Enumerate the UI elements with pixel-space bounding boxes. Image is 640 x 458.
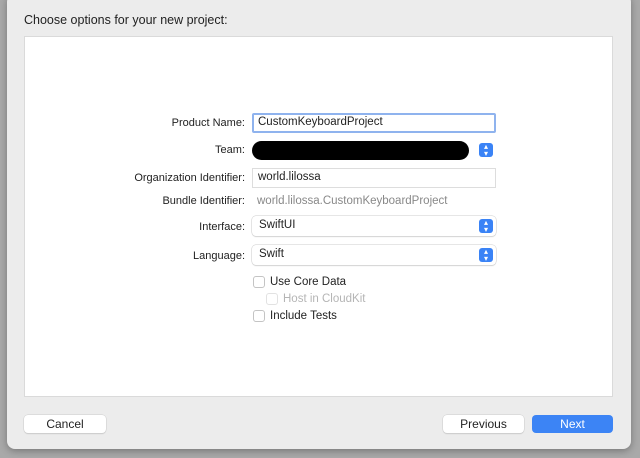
team-label: Team: (215, 144, 245, 156)
use-core-data-label: Use Core Data (270, 276, 347, 288)
interface-popup[interactable]: SwiftUI ▴ ▾ (252, 216, 496, 236)
host-in-cloudkit-label: Host in CloudKit (283, 293, 366, 305)
previous-button[interactable]: Previous (443, 415, 524, 433)
use-core-data-checkbox[interactable] (253, 276, 265, 288)
include-tests-label: Include Tests (270, 310, 337, 322)
interface-label: Interface: (199, 221, 245, 233)
host-in-cloudkit-checkbox[interactable] (266, 293, 278, 305)
language-value: Swift (259, 248, 284, 260)
next-button[interactable]: Next (532, 415, 613, 433)
dialog-title: Choose options for your new project: (24, 13, 228, 27)
interface-value: SwiftUI (259, 219, 296, 231)
org-id-label: Organization Identifier: (134, 172, 245, 184)
product-name-input[interactable]: CustomKeyboardProject (252, 113, 496, 133)
stepper-chevrons-icon: ▴ ▾ (479, 143, 493, 158)
redacted-team-name (252, 141, 469, 160)
language-popup[interactable]: Swift ▴ ▾ (252, 245, 496, 265)
product-name-label: Product Name: (171, 117, 245, 129)
cancel-button[interactable]: Cancel (24, 415, 106, 433)
org-id-input[interactable]: world.lilossa (252, 168, 496, 188)
include-tests-checkbox[interactable] (253, 310, 265, 322)
stepper-chevrons-icon: ▴ ▾ (479, 219, 493, 234)
bundle-id-value: world.lilossa.CustomKeyboardProject (257, 195, 448, 207)
stepper-chevrons-icon: ▴ ▾ (479, 248, 493, 263)
bundle-id-label: Bundle Identifier: (162, 195, 245, 207)
language-label: Language: (193, 250, 245, 262)
